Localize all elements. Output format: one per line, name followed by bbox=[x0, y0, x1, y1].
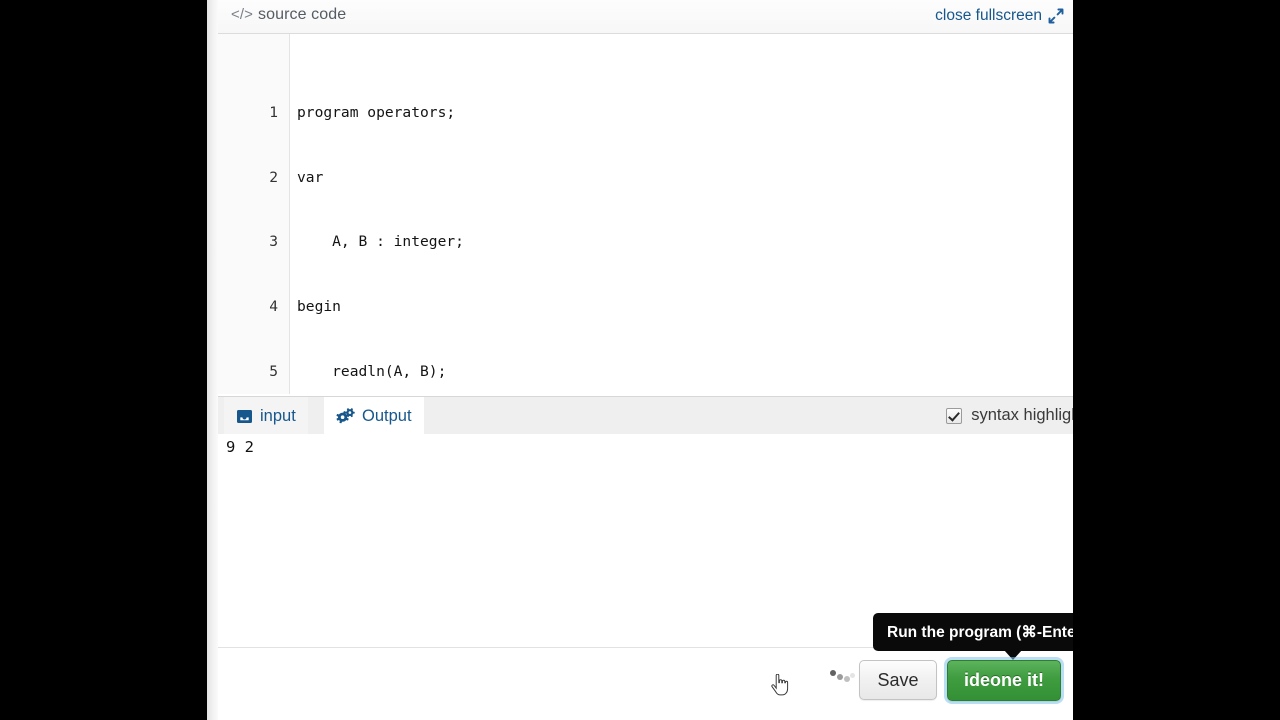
line-number: 4 bbox=[269, 298, 278, 316]
tab-output[interactable]: Output bbox=[324, 397, 424, 435]
tab-input[interactable]: input bbox=[224, 397, 308, 435]
source-code-panel: </> source code close fullscreen 1 progra… bbox=[218, 0, 1073, 396]
syntax-highlight-label: syntax highlight bbox=[971, 406, 1073, 424]
io-panel: input Output syntax highlig 9 2 Run the … bbox=[218, 396, 1073, 720]
line-number: 2 bbox=[269, 168, 278, 186]
code-line: 3 A, B : integer; bbox=[218, 231, 1073, 253]
line-text: program operators; bbox=[297, 103, 456, 121]
code-lines: 1 program operators; 2 var 3 A, B : inte… bbox=[218, 37, 1073, 396]
ideone-page: </> source code close fullscreen 1 progra… bbox=[207, 0, 1073, 720]
run-tooltip: Run the program (⌘-Ente bbox=[873, 613, 1073, 660]
expand-arrows-icon[interactable] bbox=[1048, 8, 1064, 24]
io-tab-bar: input Output syntax highlig bbox=[218, 396, 1073, 436]
source-code-title-text: source code bbox=[258, 6, 347, 23]
close-fullscreen-link[interactable]: close fullscreen bbox=[935, 7, 1042, 25]
source-code-title: </> source code bbox=[231, 6, 346, 24]
tab-input-label: input bbox=[260, 406, 296, 425]
code-line: 2 var bbox=[218, 167, 1073, 189]
line-number: 3 bbox=[269, 233, 278, 251]
code-line: 4 begin bbox=[218, 296, 1073, 318]
line-text: var bbox=[297, 168, 324, 186]
tab-output-label: Output bbox=[362, 406, 412, 425]
save-button[interactable]: Save bbox=[859, 660, 937, 700]
code-line: 5 readln(A, B); bbox=[218, 361, 1073, 383]
loading-dots-icon bbox=[830, 668, 856, 686]
line-text: readln(A, B); bbox=[297, 362, 447, 380]
syntax-highlight-checkbox[interactable] bbox=[946, 407, 963, 424]
line-number: 1 bbox=[269, 103, 278, 121]
input-value: 9 2 bbox=[226, 438, 254, 456]
save-button-label: Save bbox=[877, 669, 919, 690]
run-button-label: ideone it! bbox=[964, 670, 1044, 690]
line-text: begin bbox=[297, 298, 341, 316]
browser-viewport: </> source code close fullscreen 1 progra… bbox=[207, 0, 1073, 720]
source-code-header: </> source code close fullscreen bbox=[218, 0, 1073, 34]
run-button[interactable]: ideone it! bbox=[947, 660, 1061, 701]
code-tag-icon: </> bbox=[231, 6, 253, 23]
line-text: A, B : integer; bbox=[297, 233, 464, 251]
code-editor-area[interactable]: 1 program operators; 2 var 3 A, B : inte… bbox=[218, 34, 1073, 396]
code-line: 1 program operators; bbox=[218, 102, 1073, 124]
action-bar: Run the program (⌘-Ente Save ideone it! bbox=[218, 613, 1073, 720]
syntax-highlight-toggle[interactable]: syntax highlight bbox=[946, 406, 1073, 425]
inbox-icon bbox=[236, 409, 253, 424]
run-tooltip-text: Run the program (⌘-Ente bbox=[887, 623, 1073, 641]
letterbox-stage: </> source code close fullscreen 1 progra… bbox=[0, 0, 1280, 720]
line-number: 5 bbox=[269, 362, 278, 380]
page-left-edge bbox=[207, 0, 218, 720]
gears-icon bbox=[336, 408, 355, 424]
